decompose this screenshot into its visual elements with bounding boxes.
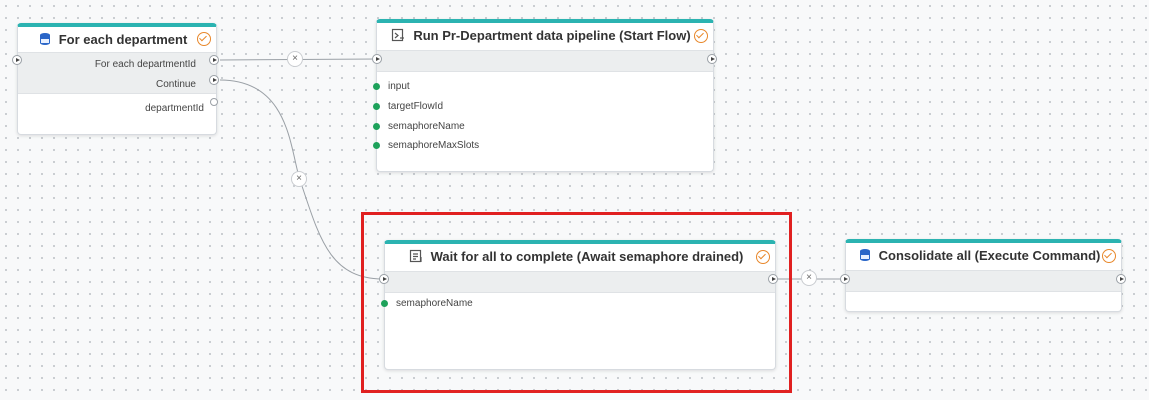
for-each-department-node[interactable]: For each department For each departmentI…: [17, 23, 217, 135]
input-dot: [373, 123, 380, 130]
output-label-continue: Continue: [155, 79, 196, 90]
node-header: Run Pr-Department data pipeline (Start F…: [377, 23, 713, 47]
io-bar: [846, 270, 1121, 292]
input-dot: [373, 103, 380, 110]
remove-link-button[interactable]: ×: [287, 51, 303, 67]
node-title: For each department: [58, 31, 188, 47]
flow-icon: [392, 28, 405, 42]
remove-link-button[interactable]: ×: [291, 171, 307, 187]
node-header: Consolidate all (Execute Command): [846, 243, 1121, 267]
consolidate-node[interactable]: Consolidate all (Execute Command): [845, 239, 1122, 312]
remove-link-button[interactable]: ×: [801, 270, 817, 286]
continue-output-port[interactable]: [209, 75, 219, 85]
io-bar: [377, 50, 713, 72]
status-check-icon: [197, 32, 211, 46]
input-dot: [373, 142, 380, 149]
output-label-for-each: For each departmentId: [94, 59, 196, 70]
selection-highlight: [361, 212, 792, 393]
pipeline-input-port[interactable]: [372, 54, 382, 64]
status-check-icon: [694, 29, 708, 43]
pipeline-output-port[interactable]: [707, 54, 717, 64]
run-pipeline-node[interactable]: Run Pr-Department data pipeline (Start F…: [373, 19, 714, 172]
for-each-output-port[interactable]: [209, 55, 219, 65]
consolidate-output-port[interactable]: [1116, 274, 1126, 284]
input-label: semaphoreName: [388, 121, 465, 132]
input-label: semaphoreMaxSlots: [388, 140, 480, 151]
for-each-input-port[interactable]: [12, 55, 22, 65]
department-id-port[interactable]: [210, 98, 218, 106]
node-header: For each department: [18, 27, 216, 51]
database-icon: [39, 33, 50, 45]
input-label: targetFlowId: [388, 101, 444, 112]
status-check-icon: [1102, 249, 1116, 263]
variable-label: departmentId: [145, 103, 204, 114]
database-icon: [859, 249, 870, 261]
input-label: input: [388, 81, 410, 92]
consolidate-input-port[interactable]: [840, 274, 850, 284]
node-title: Run Pr-Department data pipeline (Start F…: [413, 27, 691, 43]
input-dot: [373, 83, 380, 90]
node-title: Consolidate all (Execute Command): [878, 247, 1101, 263]
